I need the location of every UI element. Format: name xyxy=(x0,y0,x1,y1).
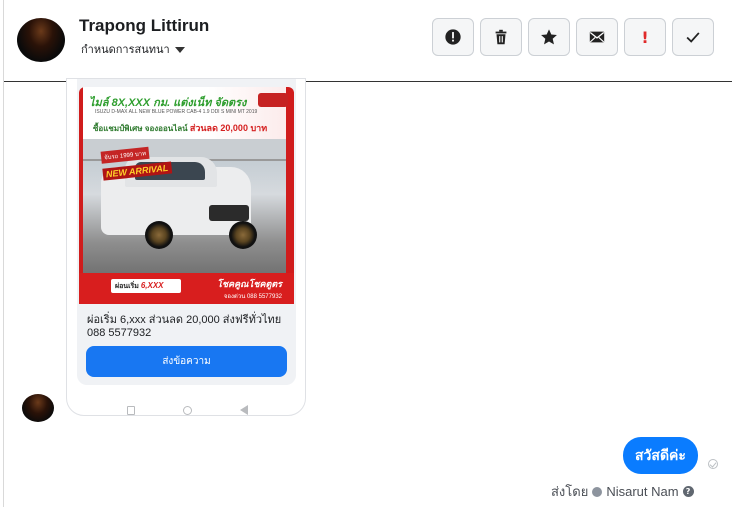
shared-post: ไมล์ 8X,XXX กม. แต่งเน็ท จัดตรง ISUZU D-… xyxy=(77,79,296,385)
conversation-header: Trapong Littirun กำหนดการสนทนา ! xyxy=(4,0,732,82)
outgoing-message-bubble[interactable]: สวัสดีค่ะ xyxy=(623,437,698,474)
caret-down-icon xyxy=(174,46,185,53)
post-caption: ผ่อเริ่ม 6,xxx ส่วนลด 20,000 ส่งฟรีทั่วไ… xyxy=(87,314,282,339)
ad-price-prefix: ผ่อนเริ่ม xyxy=(115,283,139,290)
conversation-panel: Trapong Littirun กำหนดการสนทนา ! ไมล์ 8X… xyxy=(3,0,732,507)
label-picker-text: กำหนดการสนทนา xyxy=(81,44,170,56)
trash-icon xyxy=(495,29,507,45)
ad-price-value: 6,XXX xyxy=(140,281,164,290)
ad-promo-amount: ส่วนลด 20,000 บาท xyxy=(189,123,268,133)
dealer-logo xyxy=(258,93,288,107)
ad-tag-top: จับรถ 1999 บาท xyxy=(100,146,150,164)
ad-border-left xyxy=(79,87,83,304)
incoming-message-card: ไมล์ 8X,XXX กม. แต่งเน็ท จัดตรง ISUZU D-… xyxy=(66,78,306,416)
sender-avatar[interactable] xyxy=(22,394,54,422)
truck-wheel xyxy=(229,221,257,249)
ad-subline: ISUZU D-MAX ALL NEW BLUE POWER CAB-4 1.9… xyxy=(95,109,258,115)
send-message-button[interactable]: ส่งข้อความ xyxy=(86,346,287,377)
exclamation-icon: ! xyxy=(641,27,649,47)
ad-image[interactable]: ไมล์ 8X,XXX กม. แต่งเน็ท จัดตรง ISUZU D-… xyxy=(79,87,294,304)
star-button[interactable] xyxy=(528,18,570,56)
mark-unread-button[interactable] xyxy=(576,18,618,56)
header-actions: ! xyxy=(432,18,714,56)
ad-promo-prefix: ซื้อแชมป์พิเศษ จองออนไลน์ xyxy=(93,124,188,133)
label-picker[interactable]: กำหนดการสนทนา xyxy=(81,40,185,58)
phone-nav-bar xyxy=(67,403,305,415)
verified-icon xyxy=(592,486,603,497)
ad-price: ผ่อนเริ่ม 6,XXX xyxy=(111,279,181,293)
truck-wheel xyxy=(145,221,173,249)
ad-phone: จองด่วน 088 5577932 xyxy=(223,294,282,300)
contact-avatar[interactable] xyxy=(17,18,65,62)
sender-name: Nisarut Nam xyxy=(606,484,679,499)
follow-up-button[interactable]: ! xyxy=(624,18,666,56)
sent-by-prefix: ส่งโดย xyxy=(551,484,589,499)
ad-promo: ซื้อแชมป์พิเศษ จองออนไลน์ ส่วนลด 20,000 … xyxy=(93,121,267,135)
mark-done-button[interactable] xyxy=(672,18,714,56)
ad-border-right xyxy=(286,87,294,304)
envelope-icon xyxy=(589,31,605,43)
check-icon xyxy=(686,32,700,43)
mark-spam-button[interactable] xyxy=(432,18,474,56)
contact-name[interactable]: Trapong Littirun xyxy=(79,16,209,36)
delete-button[interactable] xyxy=(480,18,522,56)
sent-by-info: ส่งโดย Nisarut Nam ? xyxy=(551,481,694,502)
truck-grill xyxy=(209,205,249,221)
spam-icon xyxy=(445,29,461,45)
home-icon xyxy=(182,405,192,415)
recent-apps-icon xyxy=(126,405,135,415)
sent-check-icon xyxy=(708,459,718,469)
ad-brand: โชคคูณโชคตูตร xyxy=(217,279,282,289)
star-icon xyxy=(541,29,557,45)
help-icon[interactable]: ? xyxy=(682,486,694,497)
back-icon xyxy=(239,405,248,415)
